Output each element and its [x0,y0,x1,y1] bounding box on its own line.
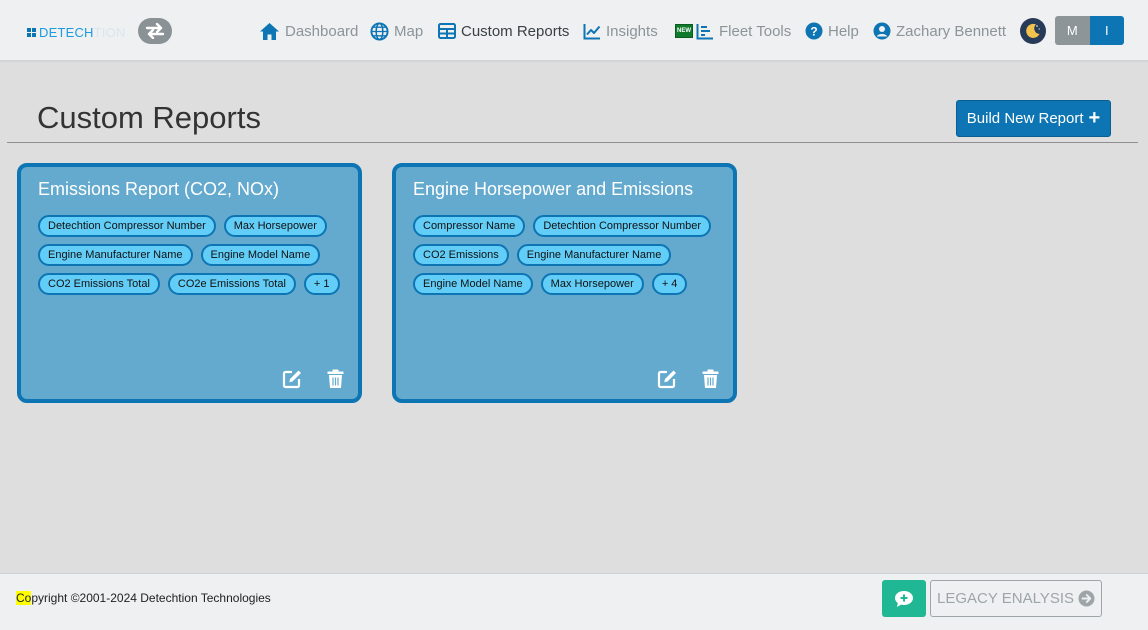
more-tags-badge[interactable]: + 1 [303,273,340,295]
user-icon [873,22,891,40]
swap-icon [145,23,165,39]
report-tag: Max Horsepower [223,215,327,237]
home-icon [260,22,279,40]
edit-report-button[interactable] [282,369,303,389]
nav-map-label: Map [394,22,424,40]
toggle-m-button[interactable]: M [1055,16,1090,45]
svg-text:?: ? [810,25,817,39]
edit-icon [657,370,676,389]
nav-user-menu[interactable]: Zachary Bennett [873,18,1006,44]
legacy-analysis-label: LEGACY ENALYSIS [936,590,1074,607]
feedback-chat-button[interactable] [882,580,926,617]
nav-fleet-tools[interactable]: NEW Fleet Tools [675,18,791,44]
report-card-actions [633,369,719,389]
report-tags: Detechtion Compressor Number Max Horsepo… [38,215,348,302]
navbar: DETECHTION Dashboard Map Custom Reports … [0,0,1148,62]
report-tag: CO2 Emissions [413,244,509,266]
delete-report-button[interactable] [702,369,719,389]
moon-icon [1026,23,1040,38]
trash-icon [327,369,344,388]
report-card-actions [258,369,344,389]
plus-icon: + [1088,107,1101,129]
logo-text: DETECHTION [39,24,126,40]
footer: Copyright ©2001-2024 Detechtion Technolo… [0,573,1148,630]
help-icon: ? [805,22,823,40]
build-new-report-button[interactable]: Build New Report + [956,100,1111,137]
nav-help[interactable]: ? Help [805,18,859,44]
report-card[interactable]: Emissions Report (CO2, NOx) Detechtion C… [17,163,362,403]
mi-toggle[interactable]: M I [1055,16,1124,45]
report-card-title: Engine Horsepower and Emissions [413,179,694,199]
report-tag: Max Horsepower [540,273,644,295]
table-icon [438,23,456,39]
more-tags-badge[interactable]: + 4 [651,273,688,295]
nav-dashboard[interactable]: Dashboard [259,18,358,44]
chat-plus-icon [895,590,913,607]
nav-insights[interactable]: Insights [583,18,658,44]
legacy-analysis-button[interactable]: LEGACY ENALYSIS [930,580,1102,617]
report-card[interactable]: Engine Horsepower and Emissions Compress… [392,163,737,403]
dark-mode-toggle[interactable] [1020,18,1046,44]
report-tag: CO2 Emissions Total [38,273,160,295]
nav-map[interactable]: Map [370,18,423,44]
header-divider [7,142,1138,143]
swap-app-button[interactable] [138,18,172,44]
report-tag: Engine Manufacturer Name [38,244,193,266]
nav-fleet-tools-label: Fleet Tools [719,22,792,40]
nav-help-label: Help [828,22,859,40]
fleet-tools-icon [696,23,713,39]
nav-insights-label: Insights [606,22,658,40]
report-tag: Compressor Name [413,215,526,237]
nav-dashboard-label: Dashboard [285,22,359,40]
report-tags: Compressor Name Detechtion Compressor Nu… [413,215,723,302]
new-badge: NEW [675,24,693,38]
arrow-right-circle-icon [1078,590,1095,607]
report-tag: Detechtion Compressor Number [533,215,712,237]
nav-custom-reports-label: Custom Reports [461,22,570,40]
trash-icon [702,369,719,388]
report-tag: Engine Manufacturer Name [516,244,672,266]
copyright-text: Copyright ©2001-2024 Detechtion Technolo… [16,591,271,605]
build-new-report-label: Build New Report [966,110,1084,127]
delete-report-button[interactable] [327,369,344,389]
report-tag: Engine Model Name [200,244,321,266]
nav-custom-reports[interactable]: Custom Reports [438,18,569,44]
page-title: Custom Reports [37,100,261,135]
brand-logo[interactable]: DETECHTION [27,24,126,40]
report-tag: Detechtion Compressor Number [38,215,216,237]
logo-mark-icon [27,27,36,37]
globe-icon [370,21,389,41]
edit-report-button[interactable] [657,369,678,389]
nav-user-name: Zachary Bennett [896,22,1007,40]
report-tag: CO2e Emissions Total [167,273,296,295]
report-tag: Engine Model Name [413,273,533,295]
report-card-title: Emissions Report (CO2, NOx) [38,179,280,199]
edit-icon [282,370,301,389]
chart-line-icon [583,23,601,39]
toggle-i-button[interactable]: I [1089,16,1124,45]
